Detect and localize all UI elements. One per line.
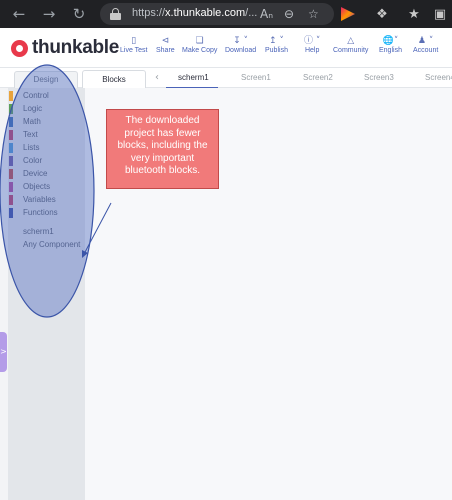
category-functions[interactable]: Functions bbox=[8, 207, 85, 219]
drawer-toggle-handle[interactable]: > bbox=[0, 332, 7, 372]
help-button[interactable]: ⓘ ˅ Help bbox=[304, 36, 320, 54]
category-logic[interactable]: Logic bbox=[8, 103, 85, 115]
category-color-swatch bbox=[9, 195, 13, 205]
category-color[interactable]: Color bbox=[8, 155, 85, 167]
puzzle-icon[interactable]: ❖ bbox=[374, 6, 390, 22]
community-button[interactable]: △ Community bbox=[333, 36, 368, 54]
category-device[interactable]: Device bbox=[8, 168, 85, 180]
download-button[interactable]: ↧ ˅ Download bbox=[225, 36, 256, 54]
category-color-swatch bbox=[9, 104, 13, 114]
language-button[interactable]: 🌐˅ English bbox=[379, 36, 402, 54]
lock-icon[interactable] bbox=[110, 8, 121, 20]
share-button[interactable]: ⊲ Share bbox=[156, 36, 175, 54]
category-math[interactable]: Math bbox=[8, 116, 85, 128]
user-icon: ♟ ˅ bbox=[417, 36, 434, 46]
component-any-component[interactable]: Any Component bbox=[8, 239, 85, 251]
tab-blocks[interactable]: Blocks bbox=[82, 70, 146, 89]
chevron-left-icon[interactable]: ‹ bbox=[155, 72, 159, 83]
add-favorite-icon[interactable]: ☆ bbox=[308, 7, 319, 21]
help-icon: ⓘ ˅ bbox=[304, 36, 321, 46]
make-copy-button[interactable]: ❏ Make Copy bbox=[182, 36, 217, 54]
category-color-swatch bbox=[9, 156, 13, 166]
category-color-swatch bbox=[9, 208, 13, 218]
share-icon: ⊲ bbox=[161, 36, 170, 46]
logo-text[interactable]: thunkable bbox=[32, 37, 119, 59]
app-header: thunkable ▯ Live Test ⊲ Share ❏ Make Cop… bbox=[0, 28, 452, 68]
screen-tab-scherm1[interactable]: scherm1 bbox=[178, 73, 209, 82]
url-text[interactable]: https://x.thunkable.com/... bbox=[132, 7, 257, 19]
category-variables[interactable]: Variables bbox=[8, 194, 85, 206]
category-color-swatch bbox=[9, 117, 13, 127]
browser-toolbar: ← → ↻ https://x.thunkable.com/... Aₙ ⊖ ☆… bbox=[0, 0, 452, 28]
forward-icon[interactable]: → bbox=[38, 4, 60, 24]
upload-icon: ↥ ˅ bbox=[269, 36, 284, 46]
back-icon[interactable]: ← bbox=[8, 4, 30, 24]
category-text[interactable]: Text bbox=[8, 129, 85, 141]
collections-icon[interactable]: ▣ bbox=[432, 6, 448, 22]
live-test-button[interactable]: ▯ Live Test bbox=[120, 36, 148, 54]
side-strip bbox=[0, 88, 8, 500]
screen-tab-screen2[interactable]: Screen2 bbox=[303, 73, 333, 82]
download-icon: ↧ ˅ bbox=[233, 36, 249, 46]
address-bar[interactable]: https://x.thunkable.com/... Aₙ ⊖ ☆ bbox=[100, 3, 334, 25]
publish-button[interactable]: ↥ ˅ Publish bbox=[265, 36, 288, 54]
editor-tab-row: Design Blocks ‹ scherm1 Screen1 Screen2 … bbox=[0, 68, 452, 89]
category-color-swatch bbox=[9, 143, 13, 153]
copy-icon: ❏ bbox=[195, 36, 204, 46]
screen-tab-screen4[interactable]: Screen4 bbox=[425, 73, 452, 82]
read-aloud-icon[interactable]: Aₙ bbox=[260, 7, 273, 21]
category-control[interactable]: Control bbox=[8, 90, 85, 102]
component-scherm1[interactable]: scherm1 bbox=[8, 226, 85, 238]
screen-tab-screen1[interactable]: Screen1 bbox=[241, 73, 271, 82]
category-color-swatch bbox=[9, 169, 13, 179]
thunkable-logo-icon[interactable] bbox=[11, 40, 28, 57]
tab-design[interactable]: Design bbox=[14, 71, 78, 88]
account-button[interactable]: ♟ ˅ Account bbox=[413, 36, 438, 54]
globe-icon: 🌐˅ bbox=[382, 36, 399, 46]
community-icon: △ bbox=[347, 36, 355, 46]
phone-icon: ▯ bbox=[131, 36, 137, 46]
favorites-icon[interactable]: ★ bbox=[406, 6, 422, 22]
extension-icon[interactable] bbox=[341, 7, 355, 21]
category-color-swatch bbox=[9, 130, 13, 140]
category-color-swatch bbox=[9, 91, 13, 101]
category-lists[interactable]: Lists bbox=[8, 142, 85, 154]
screen-tab-screen3[interactable]: Screen3 bbox=[364, 73, 394, 82]
zoom-icon[interactable]: ⊖ bbox=[284, 7, 294, 21]
annotation-callout: The downloaded project has fewer blocks,… bbox=[106, 109, 219, 189]
category-color-swatch bbox=[9, 182, 13, 192]
reload-icon[interactable]: ↻ bbox=[68, 4, 90, 24]
category-objects[interactable]: Objects bbox=[8, 181, 85, 193]
